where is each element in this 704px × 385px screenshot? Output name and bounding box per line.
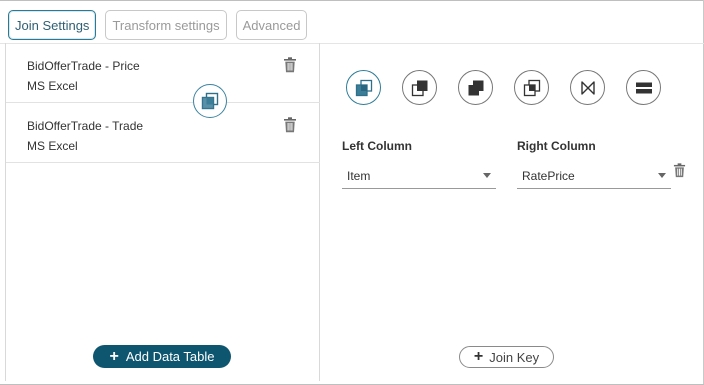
add-data-table-button[interactable]: + Add Data Table — [93, 345, 231, 368]
full-outer-join-icon — [523, 79, 540, 96]
data-table-item[interactable]: BidOfferTrade - Trade MS Excel — [6, 103, 320, 163]
left-outer-join-icon — [411, 80, 427, 96]
left-column-select[interactable]: Item — [342, 163, 496, 189]
join-key-label: Join Key — [489, 349, 540, 365]
trash-icon[interactable] — [283, 117, 297, 133]
trash-icon[interactable] — [673, 163, 686, 178]
tab-advanced[interactable]: Advanced — [235, 10, 308, 40]
join-type-full-outer[interactable] — [514, 70, 549, 105]
add-join-key-button[interactable]: + Join Key — [459, 346, 554, 368]
join-type-right-outer[interactable] — [458, 70, 493, 105]
chevron-down-icon — [658, 173, 666, 178]
data-table-name: BidOfferTrade - Trade — [27, 119, 144, 133]
join-type-inner[interactable] — [346, 70, 381, 105]
inner-join-icon — [201, 92, 219, 110]
tab-transform-settings[interactable]: Transform settings — [105, 10, 227, 40]
window-top-border — [0, 0, 704, 3]
data-table-source: MS Excel — [27, 139, 78, 153]
right-outer-join-icon — [468, 80, 483, 95]
settings-tabs: Join Settings Transform settings Advance… — [8, 10, 308, 40]
data-tables-panel: BidOfferTrade - Price MS Excel BidOfferT… — [5, 43, 320, 381]
data-table-source: MS Excel — [27, 79, 78, 93]
join-type-left-outer[interactable] — [402, 70, 437, 105]
join-type-cross[interactable] — [570, 70, 605, 105]
data-table-item[interactable]: BidOfferTrade - Price MS Excel — [6, 43, 320, 103]
join-type-union[interactable] — [626, 70, 661, 105]
join-type-selector — [346, 70, 661, 105]
tab-join-settings[interactable]: Join Settings — [8, 10, 97, 40]
right-column-value: RatePrice — [522, 168, 575, 183]
trash-icon[interactable] — [283, 57, 297, 73]
left-column-label: Left Column — [342, 139, 412, 153]
plus-icon: + — [473, 348, 484, 365]
plus-icon: + — [109, 347, 119, 365]
union-icon — [635, 82, 652, 93]
join-type-badge[interactable] — [193, 84, 227, 118]
right-column-label: Right Column — [517, 139, 596, 153]
left-column-value: Item — [347, 168, 371, 183]
cross-join-icon — [580, 80, 595, 95]
add-data-table-label: Add Data Table — [125, 349, 215, 364]
right-column-select[interactable]: RatePrice — [517, 163, 671, 189]
data-table-name: BidOfferTrade - Price — [27, 59, 140, 73]
inner-join-icon — [355, 79, 372, 96]
chevron-down-icon — [483, 173, 491, 178]
